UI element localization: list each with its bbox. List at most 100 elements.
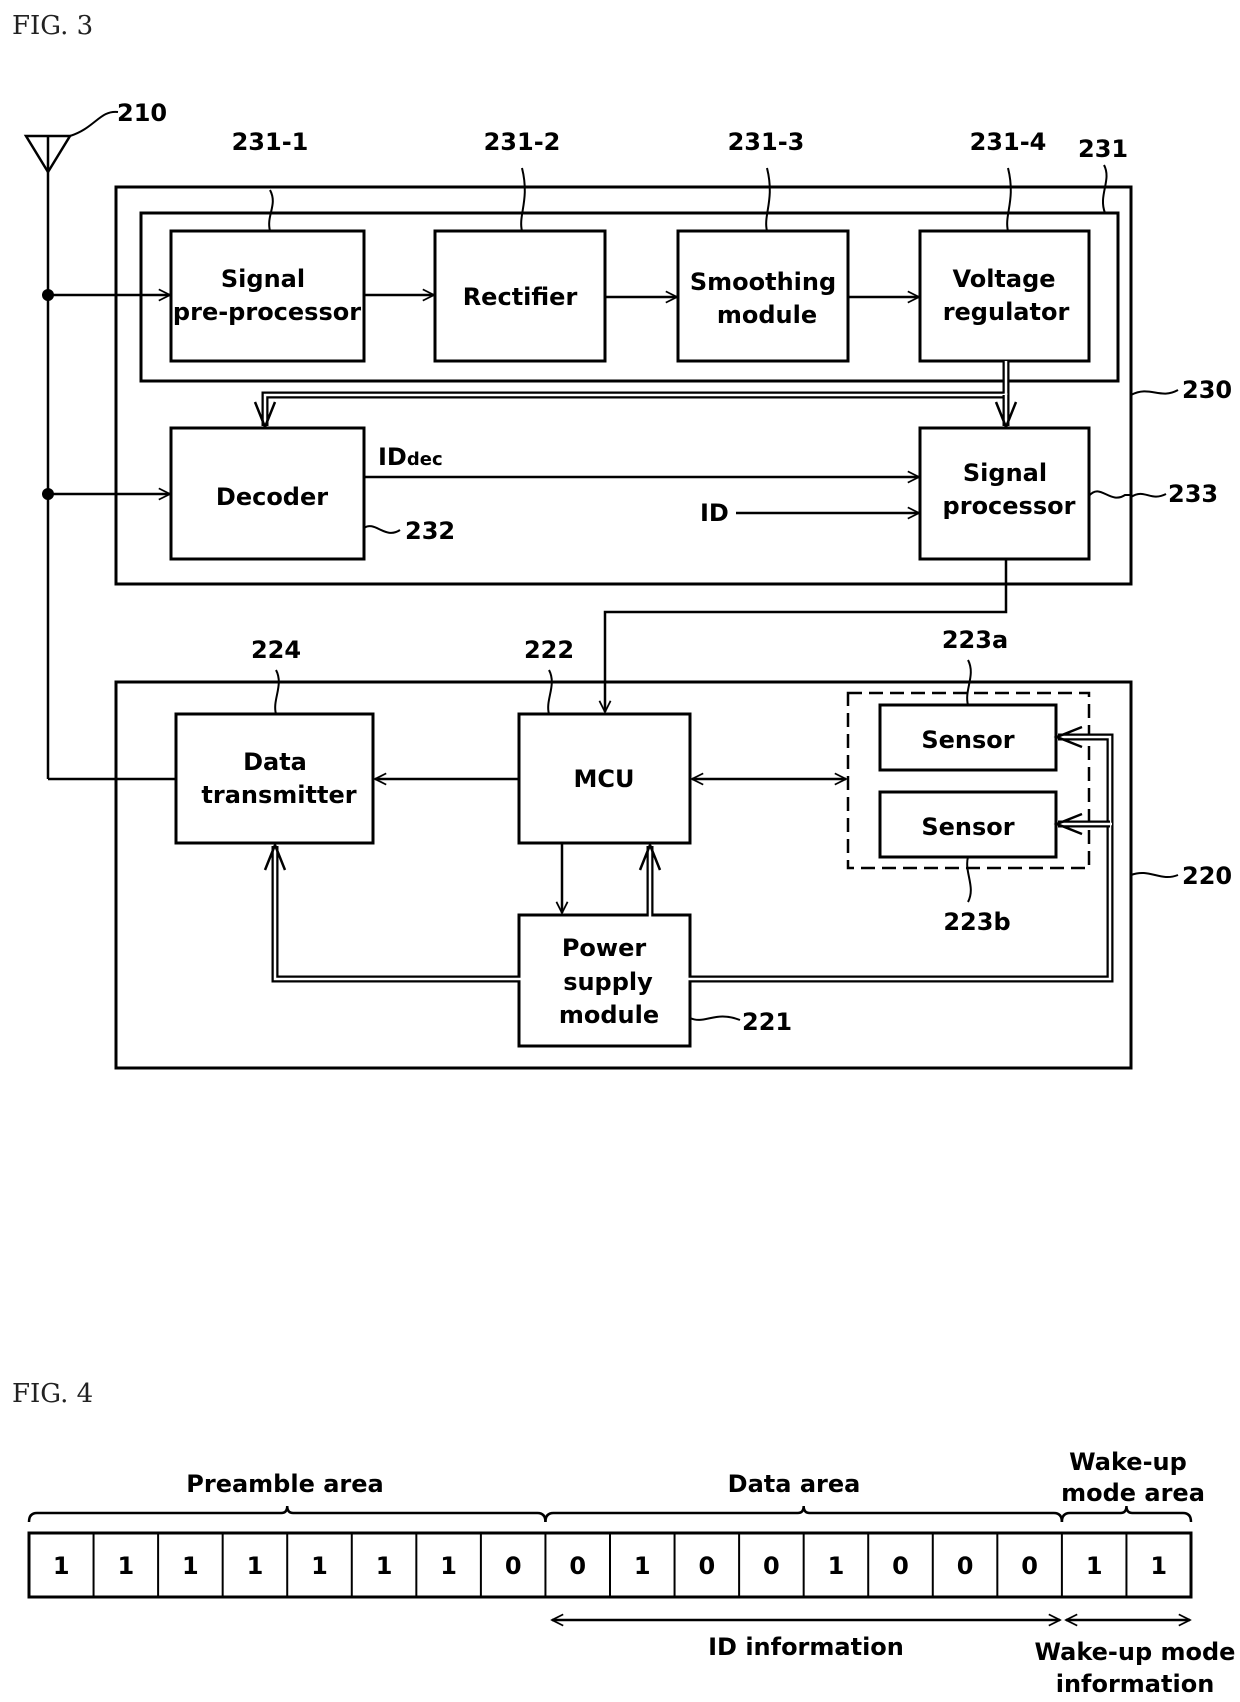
power-supply-leader [689,1015,741,1021]
sensor-b-ref: 223b [943,908,1010,936]
signal-preprocessor-block: Signal pre-processor [169,229,366,363]
id-label: ID [700,499,729,527]
bit-cell: 0 [505,1552,522,1580]
data-transmitter-leader [274,669,280,715]
fig4-title: FIG. 4 [12,1379,93,1409]
bit-cell: 1 [182,1552,199,1580]
voltage-regulator-leader [1006,167,1012,232]
preamble-area-brace [27,1505,547,1523]
mcu-label: MCU [574,765,635,793]
figure-canvas: FIG. 3 210 230 231 Signal pre-processor … [12,11,1236,1698]
signal-processor-label-2: processor [943,492,1076,520]
power-chain-ref: 231 [1078,135,1128,163]
data-area-label: Data area [728,1470,861,1498]
smoothing-module-leader [765,167,771,232]
signal-processor-leader [1088,490,1132,499]
rectifier-block: Rectifier [433,229,607,363]
smoothing-module-label-2: module [717,301,817,329]
decoder-ref: 232 [405,517,455,545]
power-supply-block: Power supply module [517,913,692,1048]
fig3-title: FIG. 3 [12,11,93,41]
power-supply-label-3: module [559,1001,659,1029]
bit-cell: 1 [117,1552,134,1580]
bit-cell: 1 [828,1552,845,1580]
smoothing-module-label-1: Smoothing [690,268,836,296]
signal-preprocessor-ref: 231-1 [232,128,309,156]
bit-cell: 1 [1086,1552,1103,1580]
antenna-leader [69,110,119,137]
decoder-label: Decoder [216,483,328,511]
bit-cell: 1 [1150,1552,1167,1580]
bit-cell: 0 [892,1552,909,1580]
data-transmitter-ref: 224 [251,636,301,664]
area-braces [27,1505,1193,1523]
voltage-regulator-ref: 231-4 [970,128,1047,156]
bit-cell: 1 [311,1552,328,1580]
signal-processor-ref: 233 [1168,480,1218,508]
data-transmitter-block: Data transmitter [174,712,375,845]
antenna-ref: 210 [117,99,167,127]
preamble-area-label: Preamble area [186,1470,383,1498]
data-transmitter-label-2: transmitter [201,781,356,809]
sensor-node-ref: 220 [1182,862,1232,890]
power-supply-label-1: Power [562,934,647,962]
rectifier-ref: 231-2 [484,128,561,156]
power-to-mcu-bus [638,841,662,917]
regulator-power-bus [253,361,1018,431]
bit-cell: 1 [634,1552,651,1580]
smoothing-module-ref: 231-3 [728,128,805,156]
wakeup-area-brace [1060,1505,1193,1523]
bit-cell: 1 [376,1552,393,1580]
signal-preprocessor-label-1: Signal [221,265,305,293]
power-chain-leader [1102,164,1108,214]
sensor-a-label: Sensor [921,726,1014,754]
bit-cell: 0 [957,1552,974,1580]
iddec-label-sub: dec [407,449,443,470]
signal-preprocessor-leader [268,189,274,232]
bit-cell: 1 [440,1552,457,1580]
voltage-regulator-block: Voltage regulator [918,229,1091,363]
sensor-b-label: Sensor [921,813,1014,841]
decoder-block: Decoder [169,426,366,561]
mcu-leader [547,669,553,715]
iddec-label-main: ID [378,443,407,471]
power-to-transmitter-bus [263,841,521,983]
receiver-module-ref: 230 [1182,376,1232,404]
bit-cell: 1 [247,1552,264,1580]
sensor-b-leader [966,856,972,903]
id-information-label: ID information [708,1633,904,1661]
data-transmitter-label-1: Data [243,748,307,776]
bit-cell: 0 [569,1552,586,1580]
wakeup-area-label-2: mode area [1061,1479,1205,1507]
iddec-label: IDdec [378,443,443,471]
power-supply-label-2: supply [563,968,653,996]
signal-preprocessor-label-2: pre-processor [173,298,361,326]
voltage-regulator-label-1: Voltage [952,265,1055,293]
mcu-block: MCU [517,712,692,845]
bit-cell: 0 [1021,1552,1038,1580]
data-area-brace [544,1505,1064,1523]
signal-processor-leader-2 [1130,492,1167,498]
smoothing-module-block: Smoothing module [676,229,850,363]
sensor-b-block: Sensor [878,790,1058,859]
wakeup-area-label-1: Wake-up [1069,1448,1187,1476]
receiver-module-leader [1130,389,1179,396]
sensor-node-leader [1130,872,1179,878]
decoder-leader [363,525,401,534]
voltage-regulator-label-2: regulator [943,298,1070,326]
antenna-icon [23,134,73,779]
sensor-a-block: Sensor [878,703,1058,772]
bit-cell: 0 [698,1552,715,1580]
bit-row: 1 1 1 1 1 1 1 0 0 1 0 0 1 0 0 0 1 1 [27,1531,1193,1599]
bit-cell: 1 [53,1552,70,1580]
signal-processor-block: Signal processor [918,426,1091,561]
wakeup-information-label-1: Wake-up mode [1035,1638,1236,1666]
signal-processor-label-1: Signal [963,459,1047,487]
mcu-ref: 222 [524,636,574,664]
power-supply-ref: 221 [742,1008,792,1036]
sensor-a-ref: 223a [942,626,1008,654]
rectifier-label: Rectifier [463,283,578,311]
rectifier-leader [520,167,526,232]
bit-cell: 0 [763,1552,780,1580]
wakeup-information-label-2: information [1056,1670,1215,1698]
